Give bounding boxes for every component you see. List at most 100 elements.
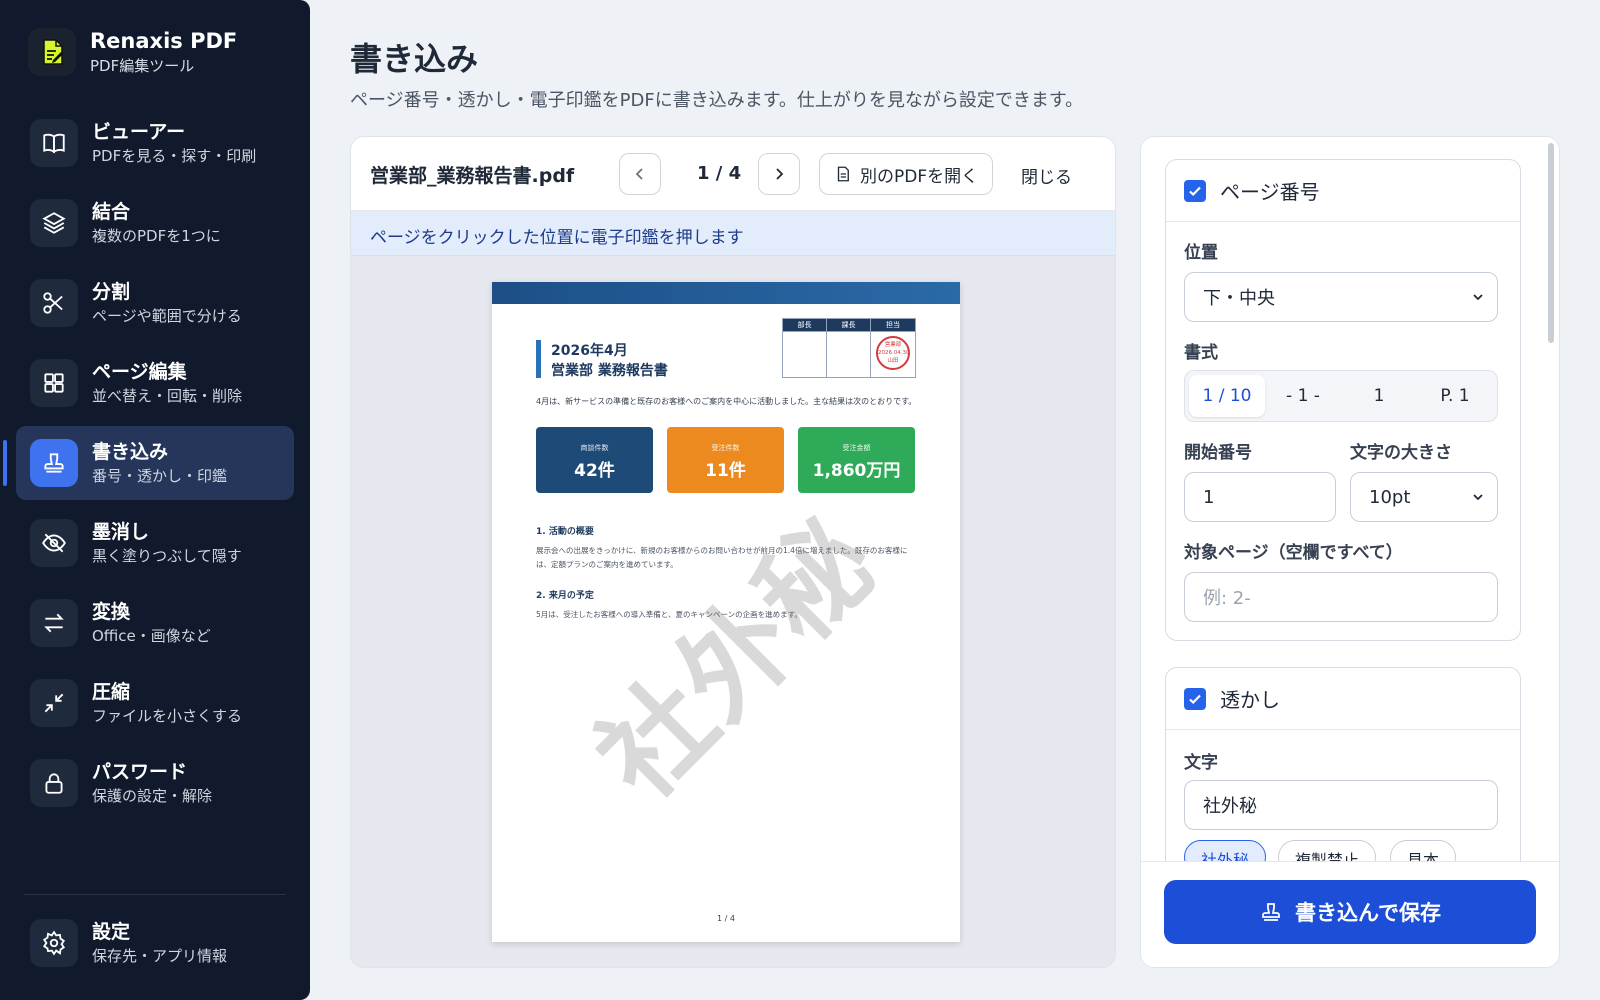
target-pages-label: 対象ページ（空欄ですべて） (1184, 543, 1403, 563)
open-other-pdf-label: 別のPDFを開く (860, 166, 979, 187)
next-page-button[interactable] (758, 153, 800, 195)
sidebar-item-convert[interactable]: 変換 Office・画像など (16, 586, 294, 660)
scrollbar[interactable] (1548, 143, 1554, 343)
format-option[interactable]: 1 (1341, 375, 1417, 417)
pdf-page-preview[interactable]: 2026年4月 営業部 業務報告書 部長 課長 担当 営業部 2026.04.3… (492, 282, 960, 942)
font-size-value: 10pt (1369, 486, 1411, 508)
sidebar-item-desc: 保護の設定・解除 (92, 787, 213, 805)
brand: Renaxis PDF PDF編集ツール (28, 28, 237, 76)
pdf-header-band (492, 282, 960, 304)
start-number-input[interactable]: 1 (1184, 472, 1336, 522)
sidebar-item-viewer[interactable]: ビューアー PDFを見る・探す・印刷 (16, 106, 294, 180)
sidebar-item-merge[interactable]: 結合複数のPDFを1つに (16, 186, 294, 260)
page-number-checkbox[interactable] (1184, 179, 1206, 202)
approval-cell (827, 331, 871, 377)
sidebar-item-label: ビューアー (92, 121, 186, 143)
watermark-checkbox[interactable] (1184, 687, 1206, 710)
prev-page-button[interactable] (619, 153, 661, 195)
seal-text: 山田 (887, 358, 899, 364)
write-and-save-button[interactable]: 書き込んで保存 (1164, 880, 1536, 944)
sidebar-item-desc: 黒く塗りつぶして隠す (92, 547, 242, 565)
book-icon (30, 119, 78, 167)
viewer-toolbar: 営業部_業務報告書.pdf 1 / 4 別のPDFを開く 閉じる (351, 137, 1115, 211)
format-option[interactable]: 1 / 10 (1189, 375, 1265, 417)
app-logo-icon (28, 28, 76, 76)
check-icon (1189, 186, 1201, 196)
format-option[interactable]: - 1 - (1265, 375, 1341, 417)
seal-text: 営業部 (884, 342, 902, 348)
layers-icon (30, 199, 78, 247)
watermark-preset-chip[interactable]: 見本 (1390, 840, 1457, 861)
lock-icon (30, 759, 78, 807)
sidebar-item-settings[interactable]: 設定 保存先・アプリ情報 (16, 906, 294, 980)
sidebar-item-label: 分割 (92, 281, 131, 303)
app-title: Renaxis PDF (90, 29, 238, 53)
sidebar-item-label: パスワード (92, 761, 188, 783)
sidebar-item-desc: 複数のPDFを1つに (92, 227, 221, 245)
watermark-text-input[interactable]: 社外秘 (1184, 780, 1498, 830)
page-indicator: 1 / 4 (697, 163, 742, 184)
sidebar-item-page-edit[interactable]: ページ編集並べ替え・回転・削除 (16, 346, 294, 420)
sidebar: Renaxis PDF PDF編集ツール ビューアー PDFを見る・探す・印刷 結… (0, 0, 310, 1000)
check-icon (1189, 694, 1201, 704)
approval-cell: 営業部 2026.04.30 山田 (871, 331, 915, 377)
sidebar-item-desc: 並べ替え・回転・削除 (92, 387, 243, 405)
page-number-title: ページ番号 (1220, 180, 1320, 204)
sidebar-item-label: 墨消し (92, 521, 150, 543)
pdf-title-line2: 営業部 業務報告書 (551, 363, 668, 379)
font-size-label: 文字の大きさ (1350, 443, 1452, 463)
sidebar-item-desc: 番号・透かし・印鑑 (92, 467, 228, 485)
sidebar-item-compress[interactable]: 圧縮 ファイルを小さくする (16, 666, 294, 740)
compress-icon (30, 679, 78, 727)
approval-header: 担当 (871, 319, 915, 331)
chevron-down-icon (1473, 294, 1483, 301)
page-number-section: ページ番号 位置 下・中央 書式 1 / 10 - 1 - 1 P. 1 開始番… (1165, 159, 1521, 641)
target-pages-input[interactable]: 例: 2- (1184, 572, 1498, 622)
kpi-card: 受注金額 1,860万円 (798, 427, 915, 493)
sidebar-item-split[interactable]: 分割 ページや範囲で分ける (16, 266, 294, 340)
watermark-title: 透かし (1220, 688, 1280, 712)
kpi-label: 商談件数 (580, 444, 609, 452)
stamp-icon (1262, 903, 1280, 921)
format-segmented-control: 1 / 10 - 1 - 1 P. 1 (1184, 370, 1498, 422)
settings-scroll-area[interactable]: ページ番号 位置 下・中央 書式 1 / 10 - 1 - 1 P. 1 開始番… (1141, 137, 1559, 861)
sidebar-item-label: 結合 (92, 201, 131, 223)
format-option[interactable]: P. 1 (1417, 375, 1493, 417)
chevron-right-icon (776, 168, 784, 180)
kpi-value: 42件 (574, 461, 615, 481)
kpi-value: 1,860万円 (812, 461, 901, 481)
kpi-value: 11件 (705, 461, 746, 481)
close-button[interactable]: 閉じる (1021, 163, 1072, 188)
settings-panel: ページ番号 位置 下・中央 書式 1 / 10 - 1 - 1 P. 1 開始番… (1140, 136, 1560, 968)
sidebar-item-write[interactable]: 書き込み 番号・透かし・印鑑 (3, 426, 294, 500)
sidebar-item-redact[interactable]: 墨消し黒く塗りつぶして隠す (16, 506, 294, 580)
sidebar-item-desc: 保存先・アプリ情報 (92, 947, 228, 965)
position-label: 位置 (1184, 243, 1218, 263)
start-number-label: 開始番号 (1184, 443, 1252, 463)
open-other-pdf-button[interactable]: 別のPDFを開く (819, 153, 994, 195)
file-name: 営業部_業務報告書.pdf (370, 165, 575, 187)
chevron-left-icon (635, 168, 643, 180)
sidebar-item-label: ページ編集 (92, 361, 187, 383)
kpi-label: 受注件数 (711, 444, 740, 452)
position-select[interactable]: 下・中央 (1184, 272, 1498, 322)
position-value: 下・中央 (1203, 288, 1275, 309)
sidebar-item-desc: PDFを見る・探す・印刷 (92, 147, 257, 165)
font-size-select[interactable]: 10pt (1350, 472, 1498, 522)
approval-header: 課長 (827, 319, 871, 331)
approval-header: 部長 (783, 319, 827, 331)
page-title: 書き込み (350, 40, 479, 78)
watermark-preset-chip[interactable]: 社外秘 (1184, 840, 1267, 861)
watermark-preset-chip[interactable]: 複製禁止 (1278, 840, 1377, 861)
watermark-preview: 社外秘 (573, 495, 902, 824)
eye-off-icon (30, 519, 78, 567)
document-icon (837, 166, 849, 182)
pdf-section-heading: 2. 来月の予定 (536, 591, 594, 601)
grid-icon (30, 359, 78, 407)
pdf-viewer: 営業部_業務報告書.pdf 1 / 4 別のPDFを開く 閉じる ページをクリッ… (350, 136, 1116, 968)
approval-cell (783, 331, 827, 377)
kpi-card: 商談件数 42件 (536, 427, 653, 493)
sidebar-item-password[interactable]: パスワード保護の設定・解除 (16, 746, 294, 820)
sidebar-divider (24, 894, 286, 895)
app-subtitle: PDF編集ツール (90, 57, 195, 75)
